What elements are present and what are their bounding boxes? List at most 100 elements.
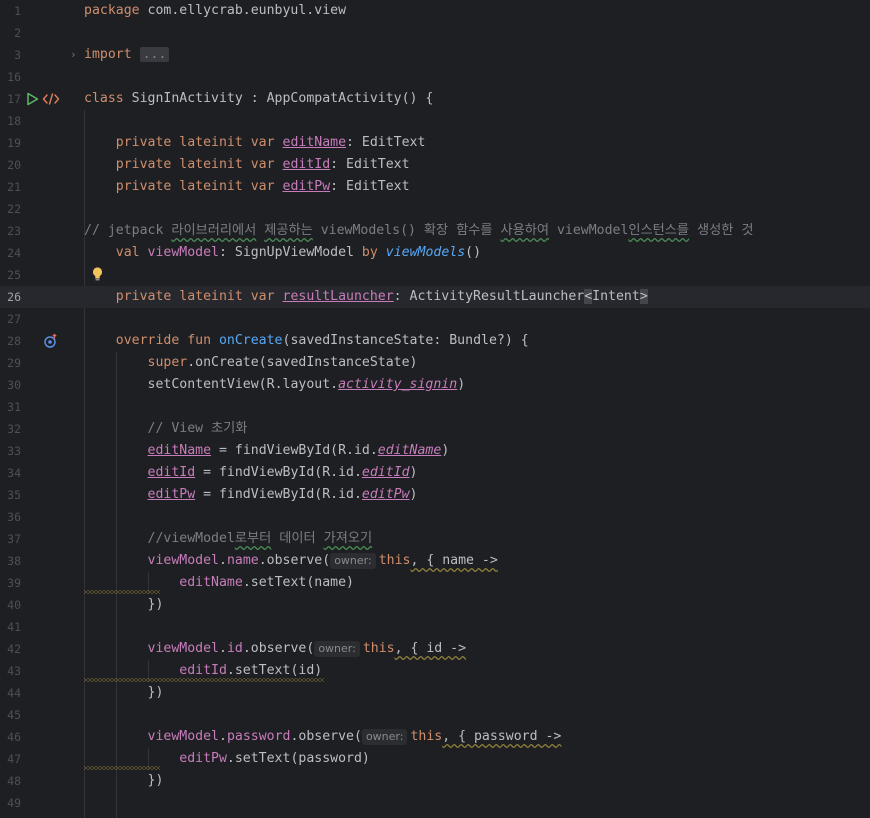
keyword: val [115, 245, 148, 260]
keyword: override fun [115, 333, 219, 348]
property-name: resultLauncher [282, 289, 394, 304]
code-text: : EditText [330, 179, 410, 194]
line-number: 31 [7, 400, 21, 414]
property-name: password [226, 729, 291, 744]
function-call: viewModels [385, 245, 466, 260]
keyword: this [378, 553, 411, 568]
code-line[interactable]: 19 private lateinit var editName: EditTe… [0, 132, 870, 154]
keyword: package [84, 3, 140, 18]
line-number: 41 [7, 620, 21, 634]
line-number: 33 [7, 444, 21, 458]
code-line[interactable]: 20 private lateinit var editId: EditText [0, 154, 870, 176]
line-number: 32 [7, 422, 21, 436]
property-name: name [226, 553, 259, 568]
code-line[interactable]: 2 [0, 22, 870, 44]
keyword: by [361, 245, 386, 260]
code-text: setContentView(R.layout. [147, 377, 339, 392]
code-line[interactable]: 30 setContentView(R.layout.activity_sign… [0, 374, 870, 396]
code-line[interactable]: 37 //viewModel로부터 데이터 가져오기 [0, 528, 870, 550]
code-line[interactable]: 21 private lateinit var editPw: EditText [0, 176, 870, 198]
keyword: class [84, 91, 124, 106]
code-line[interactable]: 44 }) [0, 682, 870, 704]
code-line[interactable]: 22 [0, 198, 870, 220]
resource-field: editId [361, 465, 410, 480]
code-line[interactable]: 48 }) [0, 770, 870, 792]
code-text: Intent [592, 289, 640, 304]
code-line[interactable]: 34 editId = findViewById(R.id.editId) [0, 462, 870, 484]
keyword: import [84, 47, 132, 62]
code-line[interactable]: 33 editName = findViewById(R.id.editName… [0, 440, 870, 462]
property-name: viewModel [147, 245, 219, 260]
property-name: editPw [179, 751, 227, 766]
code-line[interactable]: 1 package com.ellycrab.eunbyul.view [0, 0, 870, 22]
code-text: }) [147, 685, 164, 700]
property-name: editId [147, 465, 196, 480]
line-number: 45 [7, 708, 21, 722]
line-number: 26 [7, 290, 21, 304]
code-text: .observe( [290, 729, 362, 744]
property-name: editPw [282, 179, 331, 194]
line-number: 24 [7, 246, 21, 260]
line-number: 30 [7, 378, 21, 392]
code-line[interactable]: 45 [0, 704, 870, 726]
line-number: 43 [7, 664, 21, 678]
property-name: viewModel [147, 729, 219, 744]
bracket-highlight: > [639, 289, 648, 304]
code-line[interactable]: 38 viewModel.name.observe(owner: this, { … [0, 550, 870, 572]
resource-field: editName [377, 443, 442, 458]
property-name: editId [282, 157, 331, 172]
code-line[interactable]: 3 › import ... [0, 44, 870, 66]
code-line[interactable]: 36 [0, 506, 870, 528]
code-text: : ActivityResultLauncher [393, 289, 585, 304]
keyword: private lateinit var [115, 157, 283, 172]
code-text: .onCreate(savedInstanceState) [187, 355, 418, 370]
code-editor[interactable]: 1 package com.ellycrab.eunbyul.view 2 3 … [0, 0, 870, 818]
code-line[interactable]: 35 editPw = findViewById(R.id.editPw) [0, 484, 870, 506]
code-line[interactable]: 41 [0, 616, 870, 638]
code-line[interactable]: 40 }) [0, 594, 870, 616]
keyword: private lateinit var [115, 135, 283, 150]
resource-field: activity_signin [338, 377, 458, 392]
parameter-hint: owner: [361, 729, 408, 745]
code-line[interactable]: 42 viewModel.id.observe(owner: this, { id… [0, 638, 870, 660]
code-text: : EditText [330, 157, 410, 172]
property-name: editId [179, 663, 227, 678]
code-text: , { name -> [410, 553, 498, 568]
line-number: 23 [7, 224, 21, 238]
code-text: ) [457, 377, 466, 392]
code-line[interactable]: 18 [0, 110, 870, 132]
code-line[interactable]: 24 val viewModel: SignUpViewModel by vie… [0, 242, 870, 264]
line-number: 36 [7, 510, 21, 524]
code-line[interactable]: 16 [0, 66, 870, 88]
property-name: editName [282, 135, 347, 150]
code-line[interactable]: 25 [0, 264, 870, 286]
code-line[interactable]: 32 // View 초기화 [0, 418, 870, 440]
code-line[interactable]: 46 viewModel.password.observe(owner: this… [0, 726, 870, 748]
property-name: editPw [147, 487, 196, 502]
bracket-highlight: < [584, 289, 593, 304]
keyword: super [147, 355, 188, 370]
code-text: .setText(name) [242, 575, 354, 590]
line-number: 28 [7, 334, 21, 348]
code-line[interactable]: 27 [0, 308, 870, 330]
code-text: SignInActivity : AppCompatActivity() { [123, 91, 434, 106]
code-text: ) [441, 443, 450, 458]
code-line[interactable]: 17 class SignInActivity : AppCompatActiv… [0, 88, 870, 110]
keyword: private lateinit var [115, 179, 283, 194]
property-name: id [226, 641, 243, 656]
code-line[interactable]: 49 [0, 792, 870, 814]
code-line-current[interactable]: 26 private lateinit var resultLauncher: … [0, 286, 870, 308]
line-number: 29 [7, 356, 21, 370]
line-number: 21 [7, 180, 21, 194]
code-line[interactable]: 28 override fun onCreate(savedInstanceSt… [0, 330, 870, 352]
fold-arrow-icon[interactable]: › [70, 44, 77, 66]
folded-imports[interactable]: ... [139, 47, 170, 62]
code-line[interactable]: 31 [0, 396, 870, 418]
code-text: (savedInstanceState: Bundle?) { [282, 333, 529, 348]
code-text: , { password -> [442, 729, 562, 744]
code-line[interactable]: 29 super.onCreate(savedInstanceState) [0, 352, 870, 374]
code-line[interactable]: 23 // jetpack 라이브러리에서 제공하는 viewModels() … [0, 220, 870, 242]
line-number: 47 [7, 752, 21, 766]
resource-field: editPw [361, 487, 410, 502]
line-number: 39 [7, 576, 21, 590]
